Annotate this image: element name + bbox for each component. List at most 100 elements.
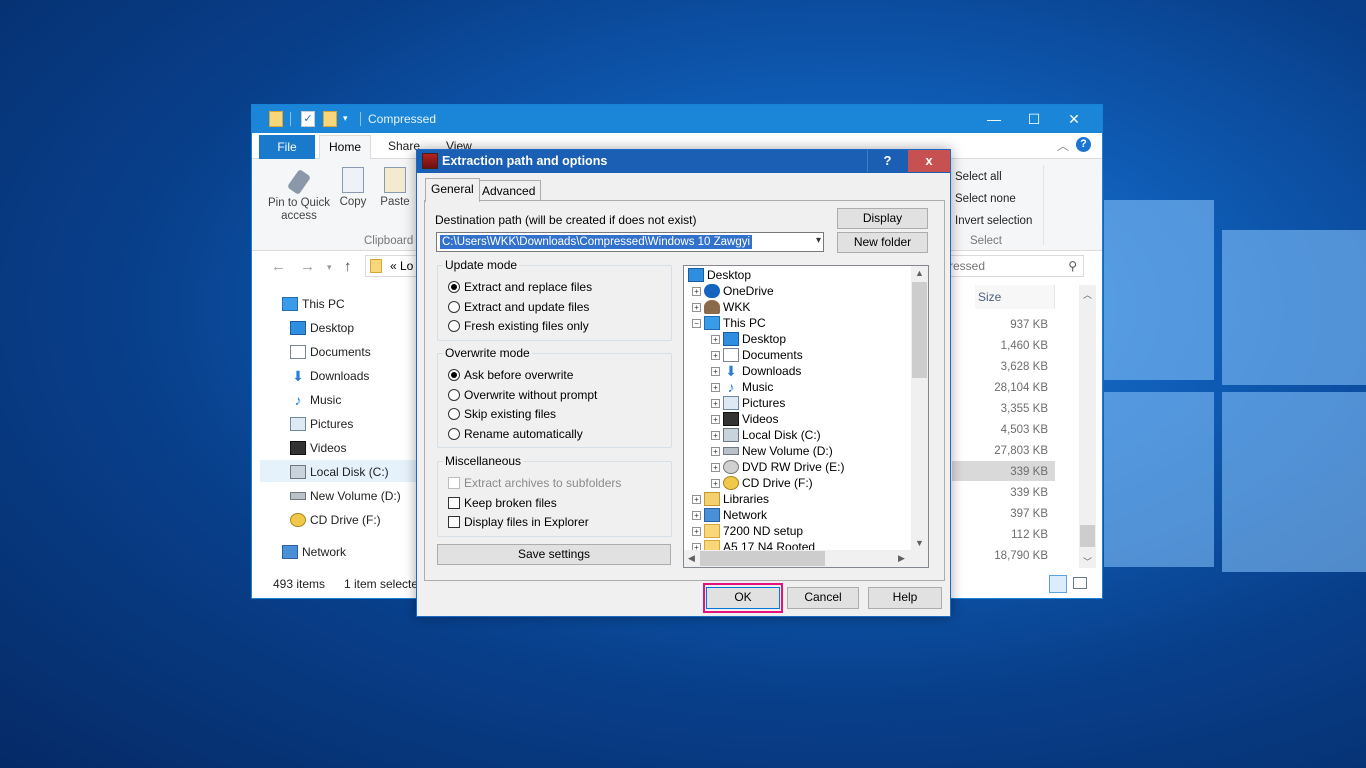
- dialog-help-button[interactable]: ?: [867, 150, 907, 172]
- checkbox[interactable]: [448, 516, 460, 528]
- new-folder-button[interactable]: New folder: [837, 232, 928, 253]
- tree-item[interactable]: + Local Disk (C:): [711, 428, 821, 442]
- radio-button[interactable]: [448, 408, 460, 420]
- tab-file[interactable]: File: [259, 135, 315, 159]
- radio-option[interactable]: Overwrite without prompt: [448, 388, 597, 402]
- paste-button[interactable]: Paste: [378, 167, 412, 209]
- invert-selection-button[interactable]: Invert selection: [955, 215, 1032, 227]
- close-button[interactable]: ✕: [1054, 105, 1094, 133]
- details-view-icon[interactable]: [1049, 575, 1067, 593]
- expand-icon[interactable]: +: [711, 446, 720, 456]
- properties-icon[interactable]: ✓: [301, 111, 315, 127]
- expand-icon[interactable]: +: [711, 366, 720, 376]
- sidebar-item[interactable]: Network: [282, 545, 346, 559]
- expand-icon[interactable]: +: [711, 462, 720, 472]
- cancel-button[interactable]: Cancel: [787, 587, 859, 609]
- select-none-button[interactable]: Select none: [955, 193, 1016, 205]
- tree-item[interactable]: + CD Drive (F:): [711, 476, 813, 490]
- folder-tree[interactable]: Desktop + OneDrive + WKK − This PC + Desktop + Doc…: [683, 265, 929, 568]
- column-header-size[interactable]: Size: [975, 285, 1055, 309]
- sidebar-item[interactable]: CD Drive (F:): [290, 513, 381, 527]
- maximize-button[interactable]: ☐: [1014, 105, 1054, 133]
- dialog-close-button[interactable]: x: [908, 150, 950, 172]
- expand-icon[interactable]: +: [692, 286, 701, 296]
- sidebar-item[interactable]: ♪ Music: [290, 393, 342, 407]
- tree-item[interactable]: + DVD RW Drive (E:): [711, 460, 844, 474]
- radio-option[interactable]: Extract and update files: [448, 300, 589, 314]
- tree-item[interactable]: + ⬇ Downloads: [711, 364, 801, 378]
- sidebar-item[interactable]: Local Disk (C:): [290, 465, 389, 479]
- search-input[interactable]: ressed ⚲: [944, 255, 1084, 277]
- radio-button[interactable]: [448, 369, 460, 381]
- large-icons-view-icon[interactable]: [1073, 577, 1087, 589]
- scroll-up-arrow-icon[interactable]: ▲: [915, 268, 924, 278]
- tree-item[interactable]: + Videos: [711, 412, 778, 426]
- tree-item[interactable]: + ♪ Music: [711, 380, 773, 394]
- tree-item[interactable]: + Libraries: [692, 492, 769, 506]
- expand-icon[interactable]: +: [711, 334, 720, 344]
- expand-icon[interactable]: +: [711, 414, 720, 424]
- checkbox-option[interactable]: Display files in Explorer: [448, 515, 589, 529]
- tree-item[interactable]: + Network: [692, 508, 767, 522]
- radio-option[interactable]: Extract and replace files: [448, 280, 592, 294]
- radio-button[interactable]: [448, 320, 460, 332]
- radio-button[interactable]: [448, 281, 460, 293]
- help-icon[interactable]: ?: [1076, 137, 1091, 152]
- scroll-down-arrow-icon[interactable]: ▼: [915, 538, 924, 548]
- expand-icon[interactable]: +: [692, 494, 701, 504]
- radio-button[interactable]: [448, 427, 460, 440]
- tab-home[interactable]: Home: [319, 135, 371, 160]
- expand-icon[interactable]: +: [692, 510, 701, 520]
- tree-item[interactable]: + WKK: [692, 300, 750, 314]
- tab-general[interactable]: General: [425, 178, 480, 202]
- collapse-icon[interactable]: −: [692, 318, 701, 328]
- checkbox-option[interactable]: Keep broken files: [448, 496, 557, 510]
- copy-button[interactable]: Copy: [338, 167, 368, 209]
- tree-item[interactable]: + OneDrive: [692, 284, 774, 298]
- chevron-down-icon[interactable]: ▾: [343, 113, 357, 129]
- address-bar[interactable]: « Lo: [365, 255, 420, 277]
- tree-item[interactable]: + Pictures: [711, 396, 785, 410]
- sidebar-item[interactable]: New Volume (D:): [290, 489, 401, 503]
- chevron-down-icon[interactable]: ▾: [327, 262, 332, 273]
- tree-item[interactable]: + New Volume (D:): [711, 444, 833, 458]
- collapse-ribbon-icon[interactable]: ︿: [1057, 137, 1069, 154]
- new-folder-icon[interactable]: [323, 111, 337, 127]
- scroll-down-arrow-icon[interactable]: ﹀: [1083, 555, 1092, 568]
- chevron-down-icon[interactable]: ▾: [816, 235, 821, 246]
- sidebar-item[interactable]: Desktop: [290, 321, 354, 335]
- file-list-scrollbar[interactable]: ︿ ﹀: [1079, 285, 1096, 568]
- expand-icon[interactable]: +: [711, 478, 720, 488]
- tree-horizontal-scrollbar[interactable]: ◀ ▶: [684, 550, 913, 567]
- expand-icon[interactable]: +: [692, 302, 701, 312]
- sidebar-item[interactable]: Videos: [290, 441, 346, 455]
- minimize-button[interactable]: —: [974, 105, 1014, 133]
- scroll-left-arrow-icon[interactable]: ◀: [688, 553, 695, 564]
- back-arrow-icon[interactable]: ←: [271, 258, 286, 275]
- radio-button[interactable]: [448, 388, 460, 401]
- scroll-right-arrow-icon[interactable]: ▶: [898, 553, 905, 564]
- forward-arrow-icon[interactable]: →: [300, 258, 315, 275]
- expand-icon[interactable]: +: [711, 382, 720, 392]
- tree-vertical-scrollbar[interactable]: ▲ ▼: [911, 266, 928, 551]
- sidebar-item[interactable]: ⬇ Downloads: [290, 369, 369, 383]
- tree-item[interactable]: + Documents: [711, 348, 803, 362]
- select-all-button[interactable]: Select all: [955, 171, 1002, 183]
- sidebar-item[interactable]: This PC: [282, 297, 345, 311]
- tree-item[interactable]: Desktop: [688, 268, 751, 282]
- expand-icon[interactable]: +: [711, 430, 720, 440]
- scroll-up-arrow-icon[interactable]: ︿: [1083, 288, 1092, 301]
- help-button[interactable]: Help: [868, 587, 942, 609]
- up-arrow-icon[interactable]: ↑: [344, 258, 352, 275]
- radio-option[interactable]: Ask before overwrite: [448, 368, 573, 382]
- explorer-titlebar[interactable]: ✓ ▾ Compressed — ☐ ✕: [252, 105, 1102, 133]
- expand-icon[interactable]: +: [711, 398, 720, 408]
- dialog-titlebar[interactable]: Extraction path and options ? x: [417, 150, 950, 173]
- tree-hscroll-thumb[interactable]: [700, 551, 825, 566]
- expand-icon[interactable]: +: [711, 350, 720, 360]
- tree-item[interactable]: +7200 ND setup: [692, 524, 803, 538]
- save-settings-button[interactable]: Save settings: [437, 544, 671, 565]
- checkbox[interactable]: [448, 496, 460, 509]
- tree-item[interactable]: + Desktop: [711, 332, 786, 346]
- sidebar-item[interactable]: Pictures: [290, 417, 353, 431]
